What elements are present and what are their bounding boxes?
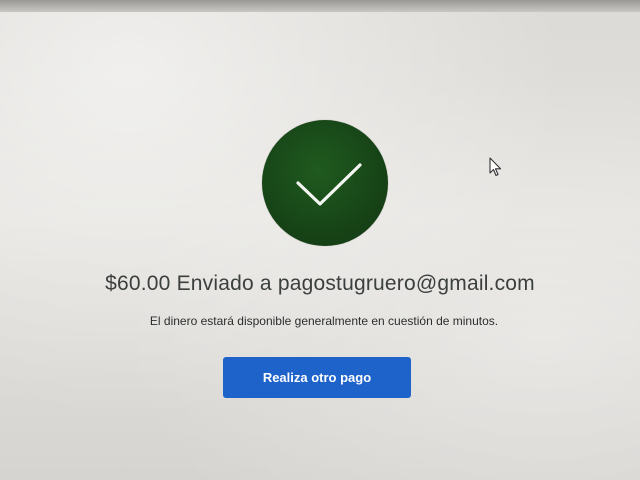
new-payment-button[interactable]: Realiza otro pago xyxy=(223,357,411,398)
mouse-cursor-icon xyxy=(489,157,502,177)
success-checkmark-icon xyxy=(262,120,388,246)
monitor-bezel xyxy=(0,0,640,12)
checkmark-icon xyxy=(296,163,362,206)
confirmation-subtext: El dinero estará disponible generalmente… xyxy=(149,314,499,328)
payment-confirmation-screen: $60.00 Enviado a pagostugruero@gmail.com… xyxy=(0,0,640,480)
confirmation-headline: $60.00 Enviado a pagostugruero@gmail.com xyxy=(105,272,535,295)
